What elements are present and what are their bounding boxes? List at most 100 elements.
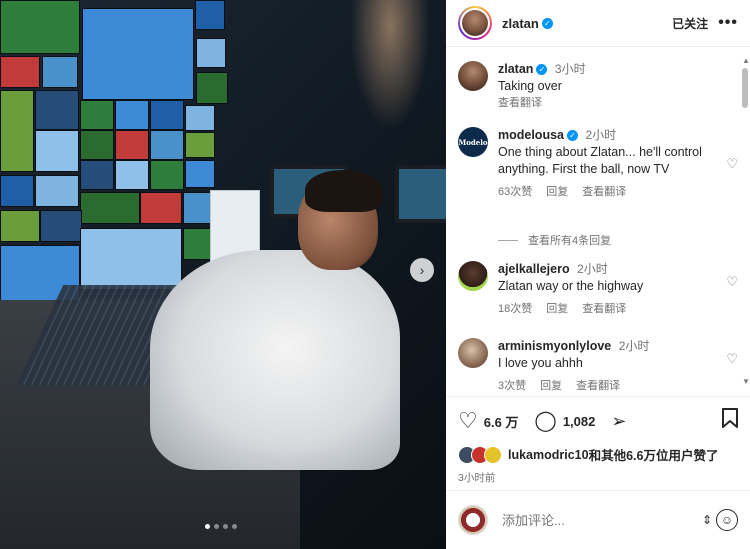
carousel-next-button[interactable]: › (410, 258, 434, 282)
share-icon[interactable]: ➢ (611, 412, 626, 430)
comment-time: 2小时 (577, 262, 608, 276)
view-replies-label: 查看所有4条回复 (528, 235, 612, 247)
comment-heart-icon[interactable]: ♡ (726, 350, 738, 367)
caption-username[interactable]: zlatan (498, 62, 533, 76)
caption: zlatan ✓ 3小时 Taking over 查看翻译 (458, 61, 728, 112)
person-shirt (150, 250, 400, 470)
comment-composer: ⇕ ☺ (446, 490, 750, 549)
comment-likes[interactable]: 63次赞 (498, 184, 532, 201)
more-horizontal-icon[interactable]: ••• (718, 14, 738, 32)
post-time: 3小时前 (458, 472, 496, 484)
bookmark-icon[interactable] (722, 408, 738, 434)
liker-avatars[interactable] (458, 445, 502, 464)
carousel-dot (214, 524, 219, 529)
commenter-avatar[interactable] (458, 261, 488, 291)
reply-button[interactable]: 回复 (546, 184, 568, 201)
comment-text: I love you ahhh (498, 356, 583, 370)
caption-time: 3小时 (554, 62, 586, 76)
likes-summary: lukamodric10 和其他6.6万位用户赞了 (446, 445, 750, 464)
sort-icon[interactable]: ⇕ (702, 513, 712, 527)
comment-meta: 63次赞 回复 查看翻译 (498, 184, 728, 201)
translate-link[interactable]: 查看翻译 (582, 301, 626, 318)
view-replies-button[interactable]: 查看所有4条回复 (498, 232, 611, 248)
wall-monitor (80, 192, 140, 224)
wall-monitor (140, 192, 182, 224)
scroll-up-icon[interactable]: ▲ (742, 56, 750, 65)
comments-list[interactable]: zlatan ✓ 3小时 Taking over 查看翻译 Modelo mode… (446, 47, 750, 395)
light-glow (350, 0, 430, 130)
author-avatar[interactable] (458, 61, 488, 91)
emoji-icon[interactable]: ☺ (716, 509, 738, 531)
carousel-dot (232, 524, 237, 529)
wall-monitor (150, 160, 184, 190)
comment-username[interactable]: arminismyonlylove (498, 339, 611, 353)
translate-link[interactable]: 查看翻译 (498, 95, 728, 112)
liker-username[interactable]: lukamodric10 (508, 448, 589, 462)
wall-monitor (0, 175, 34, 207)
translate-link[interactable]: 查看翻译 (576, 378, 620, 395)
reply-button[interactable]: 回复 (546, 301, 568, 318)
verified-badge-icon: ✓ (536, 64, 548, 76)
carousel-dots (205, 524, 237, 529)
comment-username[interactable]: modelousa (498, 128, 564, 142)
commenter-avatar[interactable] (458, 338, 488, 368)
scroll-down-icon[interactable]: ▼ (742, 377, 750, 386)
likes-summary-text[interactable]: 和其他6.6万位用户赞了 (589, 445, 719, 464)
reply-button[interactable]: 回复 (540, 378, 562, 395)
wall-monitor (196, 72, 228, 104)
side-monitor (395, 165, 446, 223)
verified-badge-icon: ✓ (541, 17, 553, 29)
comment-text: One thing about Zlatan... he'll control … (498, 145, 702, 176)
wall-monitor (80, 130, 114, 160)
carousel-dot (205, 524, 210, 529)
like-count[interactable]: 6.6 万 (484, 412, 519, 431)
wall-monitor (185, 160, 215, 188)
comment-item: ajelkallejero 2小时 Zlatan way or the high… (458, 261, 738, 318)
wall-monitor (195, 0, 225, 30)
wall-monitor (150, 100, 184, 130)
comment-heart-icon[interactable]: ♡ (726, 273, 738, 290)
wall-monitor (0, 90, 34, 172)
commenter-avatar[interactable]: Modelo (458, 127, 488, 157)
wall-monitor (82, 8, 194, 100)
wall-monitor (0, 210, 40, 242)
wall-monitor (115, 160, 149, 190)
translate-link[interactable]: 查看翻译 (582, 184, 626, 201)
wall-monitor (35, 130, 79, 172)
comment-likes[interactable]: 18次赞 (498, 301, 532, 318)
wall-monitor (42, 56, 78, 88)
wall-monitor (0, 0, 80, 54)
post-panel: zlatan ✓ 已关注 ••• zlatan ✓ 3小时 Taking over… (446, 0, 750, 549)
post-image: › (0, 0, 446, 549)
comment-text: Zlatan way or the highway (498, 279, 644, 293)
current-user-avatar (458, 505, 488, 535)
post-header: zlatan ✓ 已关注 ••• (446, 0, 750, 47)
heart-icon[interactable]: ♡ (458, 410, 478, 432)
comment-meta: 3次赞 回复 查看翻译 (498, 378, 728, 395)
wall-monitor (40, 210, 82, 242)
wall-monitor (35, 90, 79, 130)
wall-monitor (0, 56, 40, 88)
scroll-thumb[interactable] (742, 68, 748, 108)
comment-input[interactable] (500, 511, 702, 529)
comment-count[interactable]: 1,082 (563, 414, 596, 429)
comments-scrollbar[interactable]: ▲ ▼ (742, 56, 750, 386)
comment-likes[interactable]: 3次赞 (498, 378, 526, 395)
wall-monitor (185, 105, 215, 131)
comment-item: arminismyonlylove 2小时 I love you ahhh 3次… (458, 338, 738, 395)
comment-time: 2小时 (618, 339, 650, 353)
author-username[interactable]: zlatan (502, 16, 539, 31)
comment-icon[interactable]: ◯ (534, 411, 556, 431)
comment-meta: 18次赞 回复 查看翻译 (498, 301, 728, 318)
author-avatar[interactable] (458, 6, 492, 40)
wall-monitor (80, 100, 114, 130)
wall-monitor (150, 130, 184, 160)
comment-time: 2小时 (585, 128, 617, 142)
comment-heart-icon[interactable]: ♡ (726, 155, 738, 172)
wall-monitor (196, 38, 226, 68)
follow-status-button[interactable]: 已关注 (672, 15, 708, 32)
comment-item: Modelo modelousa ✓ 2小时 One thing about Zl… (458, 127, 738, 201)
caption-text: Taking over (498, 79, 562, 93)
comment-username[interactable]: ajelkallejero (498, 262, 570, 276)
wall-monitor (185, 132, 215, 158)
